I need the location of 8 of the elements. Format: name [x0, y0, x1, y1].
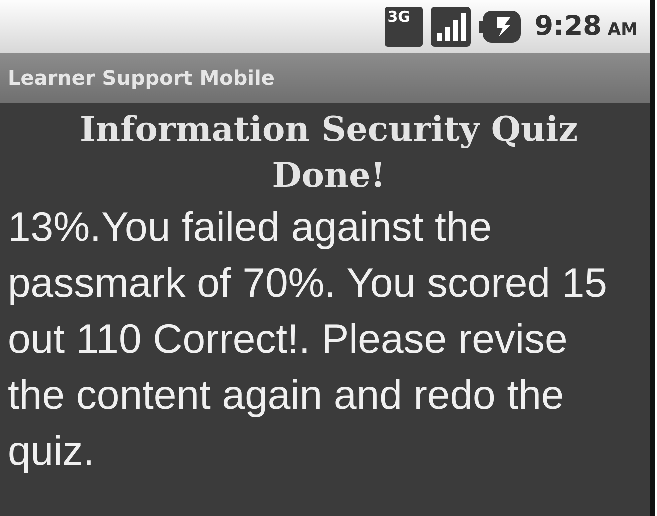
battery-icon	[478, 10, 521, 42]
clock-time: 9:28	[534, 11, 602, 42]
network-type-icon: 3G	[384, 6, 423, 46]
result-message: 13%.You failed against the passmark of 70%. You scored 15 out 110 Correct!. Please revise the content again and redo the quiz.	[8, 203, 608, 476]
signal-icon	[430, 6, 471, 46]
quiz-heading: Information Security Quiz Done!	[79, 109, 579, 198]
app-title: Learner Support Mobile	[8, 66, 275, 90]
clock-period: AM	[608, 20, 638, 40]
